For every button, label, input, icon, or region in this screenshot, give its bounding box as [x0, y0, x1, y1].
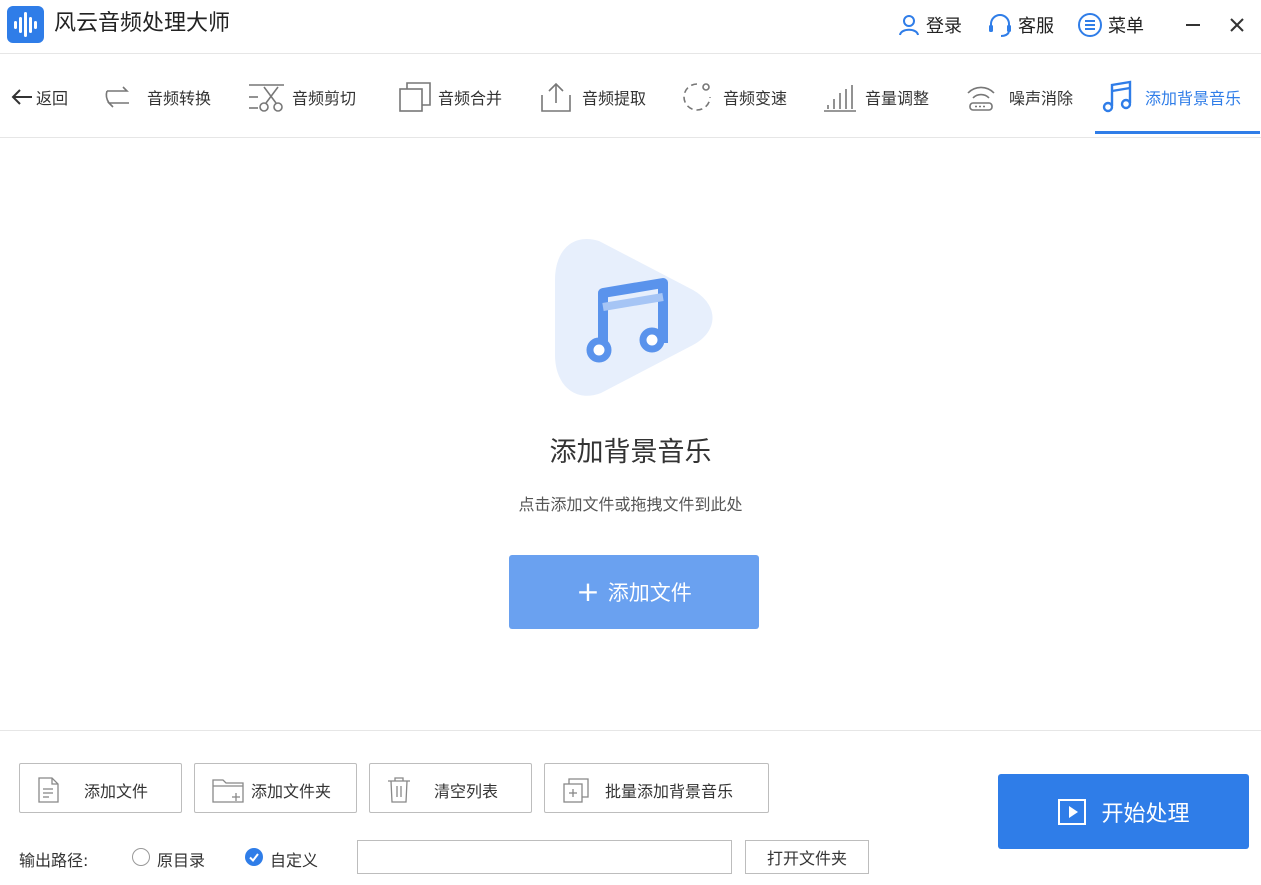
add-file-button[interactable]: 添加文件 [19, 763, 182, 813]
tab-label: 添加背景音乐 [1145, 88, 1242, 108]
batch-add-music-label: 批量添加背景音乐 [605, 782, 734, 801]
divider [0, 730, 1261, 731]
upload-icon [540, 81, 572, 113]
output-path-input[interactable] [357, 840, 732, 874]
add-file-label: 添加文件 [84, 782, 149, 801]
login-button[interactable]: 登录 [897, 10, 962, 40]
clear-list-label: 清空列表 [434, 782, 499, 801]
tab-label: 音频剪切 [292, 88, 357, 108]
tab-audio-merge[interactable]: 音频合并 [398, 55, 502, 138]
active-tab-indicator [1095, 131, 1260, 134]
tab-audio-convert[interactable]: 音频转换 [103, 55, 211, 138]
minimize-icon [1186, 24, 1200, 26]
drop-area-title: 添加背景音乐 [549, 437, 712, 468]
tab-label: 音频提取 [582, 88, 647, 108]
title-bar: 风云音频处理大师 登录 客服 菜单 [0, 0, 1261, 54]
open-folder-button[interactable]: 打开文件夹 [745, 840, 869, 874]
add-folder-button[interactable]: 添加文件夹 [194, 763, 357, 813]
tab-label: 音量调整 [865, 88, 930, 108]
play-icon [1058, 798, 1087, 825]
headset-icon [989, 14, 1011, 37]
file-drop-area[interactable]: 添加背景音乐 点击添加文件或拖拽文件到此处 + 添加文件 [0, 139, 1261, 729]
service-button[interactable]: 客服 [987, 10, 1054, 40]
menu-list-icon [1078, 13, 1102, 37]
add-file-main-label: 添加文件 [607, 581, 692, 605]
tab-volume-adjust[interactable]: 音量调整 [823, 55, 929, 138]
app-title: 风云音频处理大师 [54, 11, 231, 36]
trash-icon [386, 776, 412, 808]
tab-add-background-music[interactable]: 添加背景音乐 [1101, 55, 1241, 138]
tab-label: 噪声消除 [1009, 88, 1074, 108]
radio-custom-dir-label: 自定义 [270, 851, 319, 870]
back-button[interactable]: 返回 [10, 55, 68, 138]
tab-audio-speed[interactable]: 音频变速 [681, 55, 787, 138]
music-placeholder-icon [555, 239, 713, 396]
open-folder-label: 打开文件夹 [766, 849, 847, 868]
music-note-icon [1101, 80, 1133, 114]
app-window: 风云音频处理大师 登录 客服 菜单 返回 音频转换 音频剪切 音频合并 音频提取… [0, 0, 1261, 885]
add-file-main-button[interactable]: + 添加文件 [509, 555, 759, 629]
batch-add-icon [561, 776, 591, 808]
radio-original-dir-label: 原目录 [157, 851, 206, 870]
minimize-button[interactable] [1180, 10, 1206, 40]
check-icon [249, 853, 259, 863]
user-icon [899, 15, 919, 36]
tab-audio-extract[interactable]: 音频提取 [540, 55, 646, 138]
tab-noise-removal[interactable]: 噪声消除 [965, 55, 1073, 138]
convert-icon [103, 82, 133, 112]
close-button[interactable] [1224, 10, 1250, 40]
app-logo-icon [7, 6, 44, 43]
function-nav: 返回 音频转换 音频剪切 音频合并 音频提取 音频变速 音量调整 噪声消除 添加… [0, 55, 1261, 138]
folder-add-icon [211, 776, 245, 808]
radio-original-dir[interactable] [132, 848, 150, 866]
noise-icon [965, 81, 997, 113]
back-label: 返回 [36, 88, 69, 108]
start-processing-label: 开始处理 [1101, 801, 1190, 827]
scissors-icon [248, 81, 286, 113]
volume-bars-icon [823, 81, 857, 113]
service-label: 客服 [1018, 16, 1054, 37]
tab-audio-cut[interactable]: 音频剪切 [248, 55, 356, 138]
tab-label: 音频转换 [147, 88, 212, 108]
menu-label: 菜单 [1108, 16, 1144, 37]
tab-label: 音频变速 [723, 88, 788, 108]
drop-area-hint: 点击添加文件或拖拽文件到此处 [518, 495, 743, 514]
file-add-icon [36, 776, 62, 808]
output-path-label: 输出路径: [19, 851, 89, 870]
batch-add-music-button[interactable]: 批量添加背景音乐 [544, 763, 769, 813]
radio-custom-dir[interactable] [245, 848, 263, 866]
clear-list-button[interactable]: 清空列表 [369, 763, 532, 813]
add-folder-label: 添加文件夹 [251, 782, 332, 801]
login-label: 登录 [926, 16, 962, 37]
close-icon [1230, 18, 1244, 32]
menu-button[interactable]: 菜单 [1077, 10, 1144, 40]
arrow-left-icon [10, 87, 34, 107]
start-processing-button[interactable]: 开始处理 [998, 774, 1249, 849]
merge-icon [398, 81, 432, 113]
speed-icon [681, 81, 713, 113]
tab-label: 音频合并 [438, 88, 503, 108]
plus-icon: + [576, 575, 600, 608]
